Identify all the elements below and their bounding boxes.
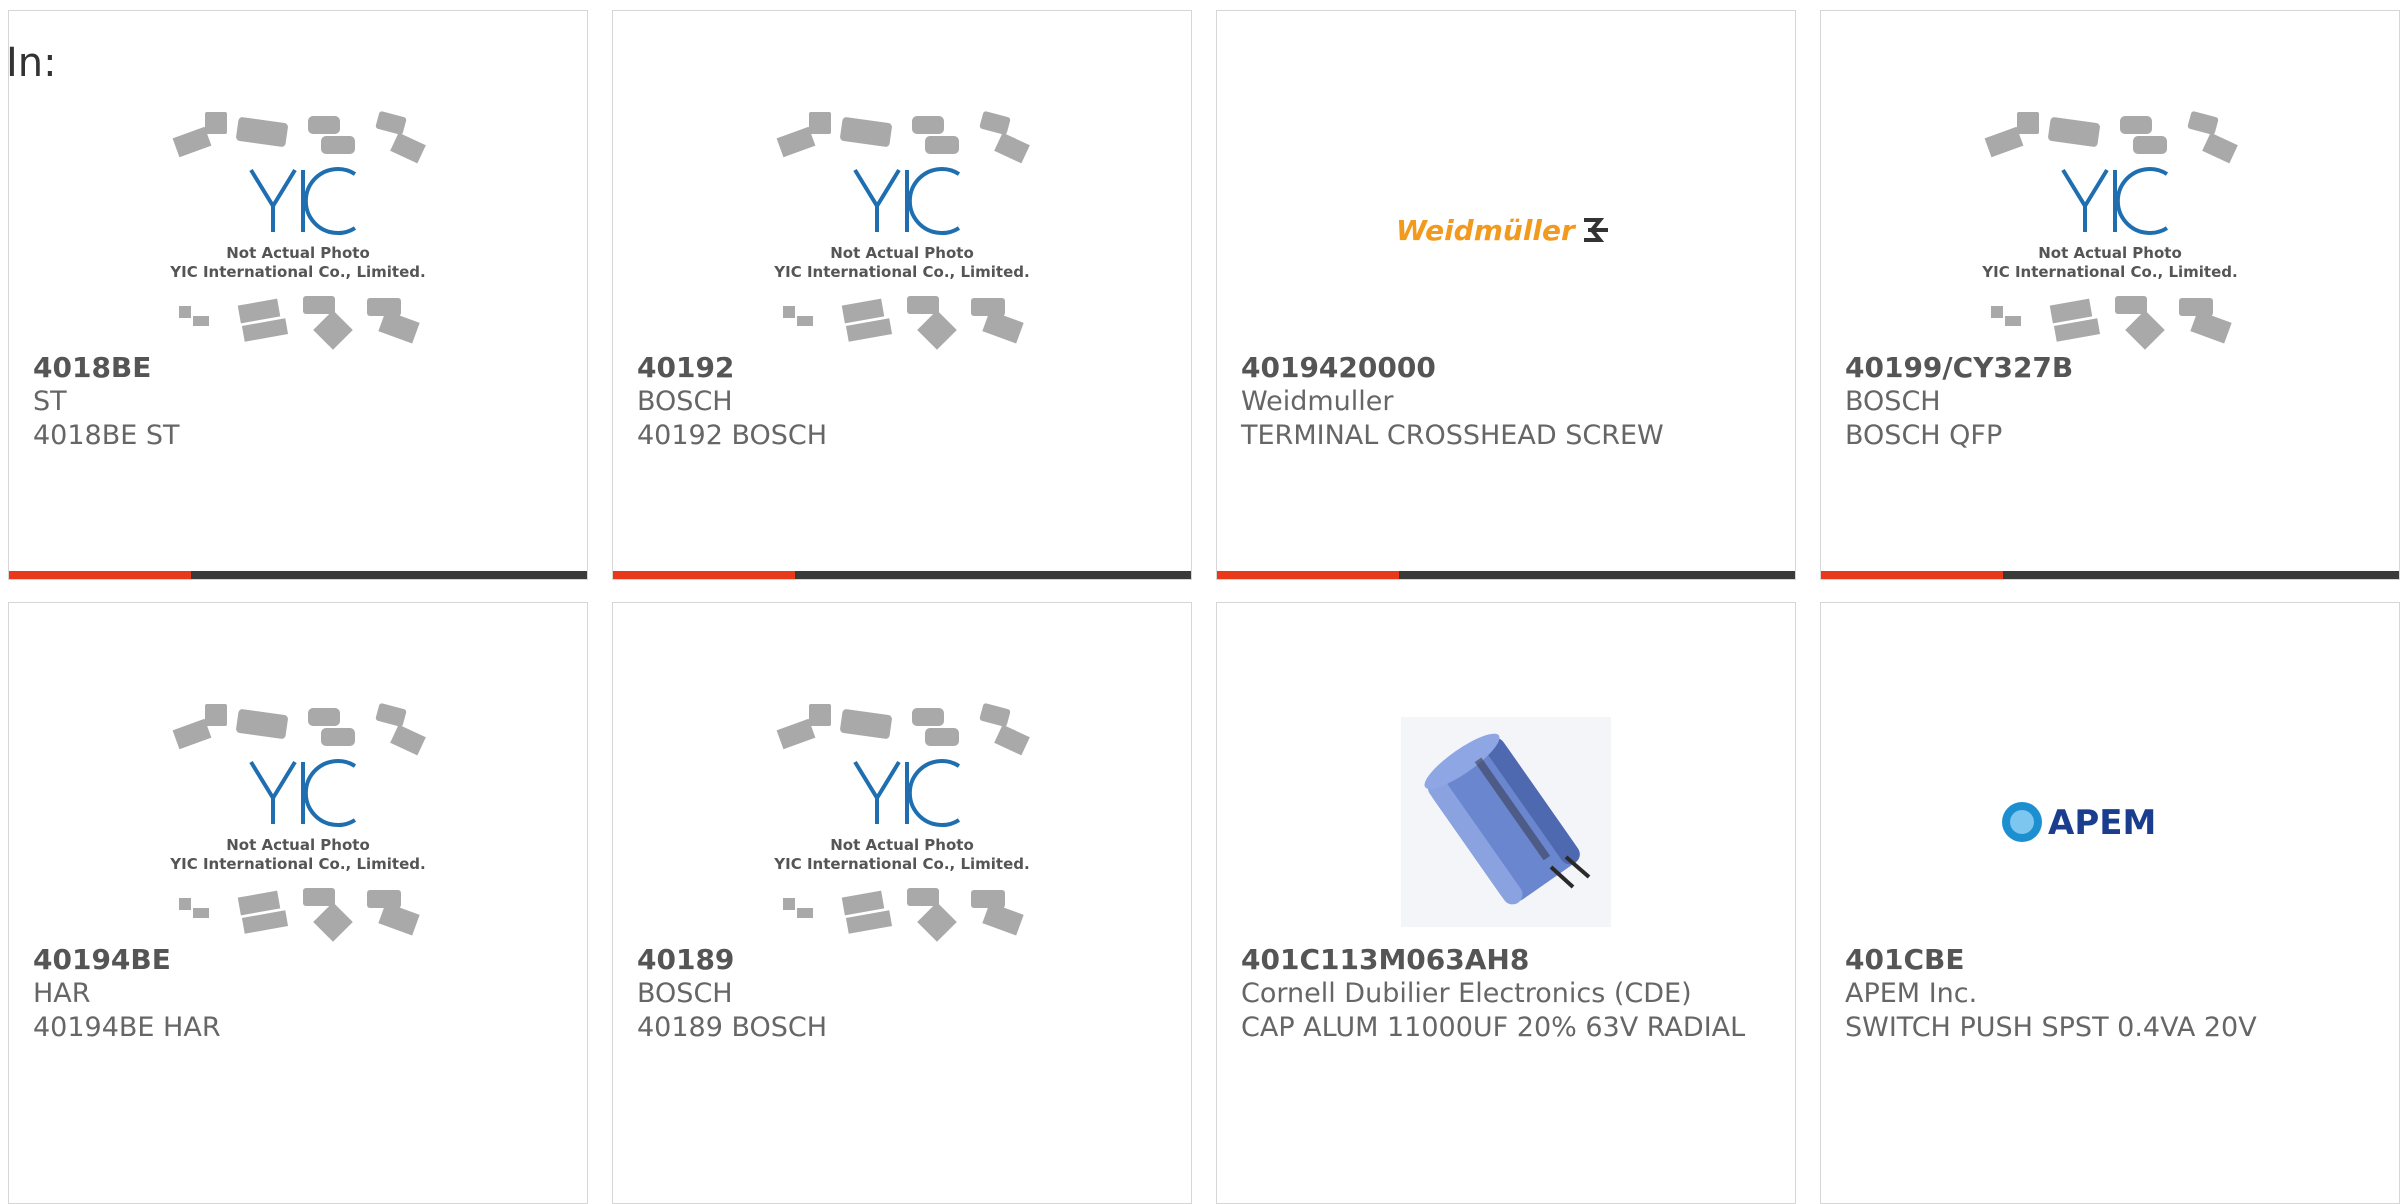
card-accent-bar xyxy=(9,571,191,579)
yic-logo-icon xyxy=(853,759,961,827)
yic-logo-icon xyxy=(249,759,357,827)
card-accent-bar xyxy=(613,571,795,579)
product-image-placeholder: Not Actual Photo YIC International Co., … xyxy=(613,687,1191,957)
description: 40189 BOSCH xyxy=(637,1012,828,1043)
product-card[interactable]: Weidmüller 4019420000 Weidmuller TERMINA… xyxy=(1216,10,1796,580)
product-card[interactable]: Not Actual Photo YIC International Co., … xyxy=(8,602,588,1204)
part-number[interactable]: 40194BE xyxy=(33,943,563,977)
product-card[interactable]: Not Actual Photo YIC International Co., … xyxy=(612,602,1192,1204)
chip-icons-bottom xyxy=(1991,296,2232,350)
product-image-placeholder: Not Actual Photo YIC International Co., … xyxy=(9,95,587,365)
chip-icons-bottom xyxy=(179,296,420,350)
placeholder-company: YIC International Co., Limited. xyxy=(169,263,425,281)
placeholder-company: YIC International Co., Limited. xyxy=(773,855,1029,873)
chip-icons-top xyxy=(776,703,1030,756)
chip-icons-top xyxy=(172,111,426,164)
manufacturer: HAR xyxy=(33,978,91,1009)
product-photo xyxy=(1217,687,1795,957)
product-image-placeholder: Not Actual Photo YIC International Co., … xyxy=(613,95,1191,365)
product-image-placeholder: Not Actual Photo YIC International Co., … xyxy=(1821,95,2399,365)
chip-icons-bottom xyxy=(783,888,1024,942)
part-number[interactable]: 4018BE xyxy=(33,351,563,385)
part-number[interactable]: 40199/CY327B xyxy=(1845,351,2375,385)
part-number[interactable]: 40192 xyxy=(637,351,1167,385)
placeholder-company: YIC International Co., Limited. xyxy=(1981,263,2237,281)
weidmuller-logo: Weidmüller xyxy=(1396,214,1577,247)
placeholder-caption: Not Actual Photo xyxy=(226,836,370,854)
yic-logo-icon xyxy=(853,167,961,235)
chip-icons-bottom xyxy=(179,888,420,942)
product-card[interactable]: Not Actual Photo YIC International Co., … xyxy=(1820,10,2400,580)
manufacturer-logo: APEM xyxy=(1821,687,2399,957)
manufacturer: Weidmuller xyxy=(1241,386,1394,417)
placeholder-caption: Not Actual Photo xyxy=(830,836,974,854)
product-image-placeholder: Not Actual Photo YIC International Co., … xyxy=(9,687,587,957)
chip-icons-top xyxy=(172,703,426,756)
placeholder-company: YIC International Co., Limited. xyxy=(169,855,425,873)
manufacturer: APEM Inc. xyxy=(1845,978,1978,1009)
product-card[interactable]: 401C113M063AH8 Cornell Dubilier Electron… xyxy=(1216,602,1796,1204)
card-footer-bar xyxy=(613,571,1191,579)
manufacturer: BOSCH xyxy=(637,978,733,1009)
manufacturer: BOSCH xyxy=(637,386,733,417)
apem-logo: APEM xyxy=(2048,803,2156,843)
chip-icons-top xyxy=(1984,111,2238,164)
product-card[interactable]: Not Actual Photo YIC International Co., … xyxy=(612,10,1192,580)
description: SWITCH PUSH SPST 0.4VA 20V xyxy=(1845,1012,2257,1043)
description: BOSCH QFP xyxy=(1845,420,2003,451)
placeholder-caption: Not Actual Photo xyxy=(2038,244,2182,262)
placeholder-caption: Not Actual Photo xyxy=(226,244,370,262)
part-number[interactable]: 401C113M063AH8 xyxy=(1241,943,1771,977)
placeholder-company: YIC International Co., Limited. xyxy=(773,263,1029,281)
description: 4018BE ST xyxy=(33,420,180,451)
card-footer-bar xyxy=(1217,571,1795,579)
capacitor-icon xyxy=(1401,717,1611,927)
part-number[interactable]: 4019420000 xyxy=(1241,351,1771,385)
manufacturer: BOSCH xyxy=(1845,386,1941,417)
manufacturer: ST xyxy=(33,386,67,417)
product-card[interactable]: Not Actual Photo YIC International Co., … xyxy=(8,10,588,580)
weidmuller-mark-icon xyxy=(1584,218,1608,242)
placeholder-caption: Not Actual Photo xyxy=(830,244,974,262)
part-number[interactable]: 401CBE xyxy=(1845,943,2375,977)
description: 40192 BOSCH xyxy=(637,420,828,451)
manufacturer-logo: Weidmüller xyxy=(1217,95,1795,365)
product-card[interactable]: APEM 401CBE APEM Inc. SWITCH PUSH SPST 0… xyxy=(1820,602,2400,1204)
card-footer-bar xyxy=(1821,571,2399,579)
yic-logo-icon xyxy=(2061,167,2169,235)
card-accent-bar xyxy=(1217,571,1399,579)
description: TERMINAL CROSSHEAD SCREW xyxy=(1241,420,1664,451)
manufacturer: Cornell Dubilier Electronics (CDE) xyxy=(1241,978,1692,1009)
description: 40194BE HAR xyxy=(33,1012,221,1043)
product-grid: Not Actual Photo YIC International Co., … xyxy=(8,10,2400,1204)
description: CAP ALUM 11000UF 20% 63V RADIAL xyxy=(1241,1012,1746,1043)
yic-logo-icon xyxy=(249,167,357,235)
chip-icons-top xyxy=(776,111,1030,164)
card-footer-bar xyxy=(9,571,587,579)
card-accent-bar xyxy=(1821,571,2003,579)
search-scope-label: In: xyxy=(6,40,57,86)
chip-icons-bottom xyxy=(783,296,1024,350)
part-number[interactable]: 40189 xyxy=(637,943,1167,977)
